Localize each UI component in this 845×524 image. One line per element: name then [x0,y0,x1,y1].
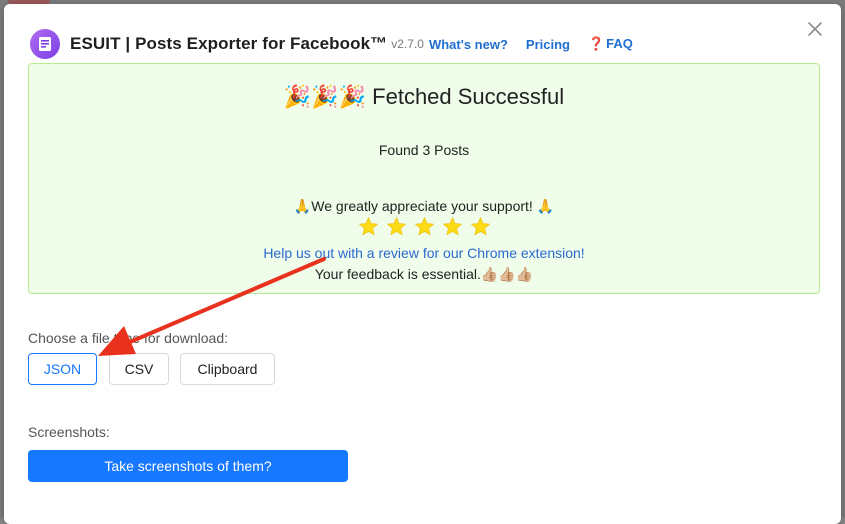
success-title: 🎉🎉🎉 Fetched Successful [29,84,819,110]
posts-found-count: Found 3 Posts [378,142,470,158]
star-icon[interactable] [386,216,407,237]
star-icon[interactable] [442,216,463,237]
review-link[interactable]: Help us out with a review for our Chrome… [29,245,819,261]
modal-header: ESUIT | Posts Exporter for Facebook™ v2.… [30,26,810,62]
thumbs-up-icon: 👍🏼👍🏼👍🏼 [480,266,534,282]
question-mark-icon: ❓ [587,36,605,51]
take-screenshots-button[interactable]: Take screenshots of them? [28,450,348,482]
success-title-text: Fetched Successful [372,84,565,109]
praying-hands-icon: 🙏 [293,198,312,214]
star-icon[interactable] [414,216,435,237]
app-logo-icon [30,29,60,59]
appreciation-message: 🙏We greatly appreciate your support! 🙏 [29,198,819,215]
exporter-modal: ESUIT | Posts Exporter for Facebook™ v2.… [4,4,841,524]
csv-button[interactable]: CSV [109,353,169,385]
app-title: ESUIT | Posts Exporter for Facebook™ [70,34,388,53]
feedback-text: Your feedback is essential. [314,266,481,282]
appreciation-text: We greatly appreciate your support! [311,198,533,214]
star-icon[interactable] [470,216,491,237]
whats-new-link[interactable]: What's new? [429,37,508,52]
faq-link-label: FAQ [606,36,633,51]
star-icon[interactable] [358,216,379,237]
success-panel: 🎉🎉🎉 Fetched Successful Found 3 Posts 🙏We… [28,63,820,294]
download-type-label: Choose a file type for download: [28,330,229,346]
party-popper-icon: 🎉🎉🎉 [283,84,367,109]
screenshots-label: Screenshots: [28,424,110,440]
praying-hands-icon: 🙏 [536,198,555,214]
close-icon[interactable] [807,21,823,37]
clipboard-button[interactable]: Clipboard [180,353,275,385]
pricing-link[interactable]: Pricing [526,37,570,52]
app-version: v2.7.0 [391,37,424,51]
faq-link[interactable]: ❓ FAQ [588,36,633,52]
feedback-message: Your feedback is essential.👍🏼👍🏼👍🏼 [29,266,819,283]
rating-stars[interactable] [29,216,819,237]
json-button[interactable]: JSON [28,353,97,385]
